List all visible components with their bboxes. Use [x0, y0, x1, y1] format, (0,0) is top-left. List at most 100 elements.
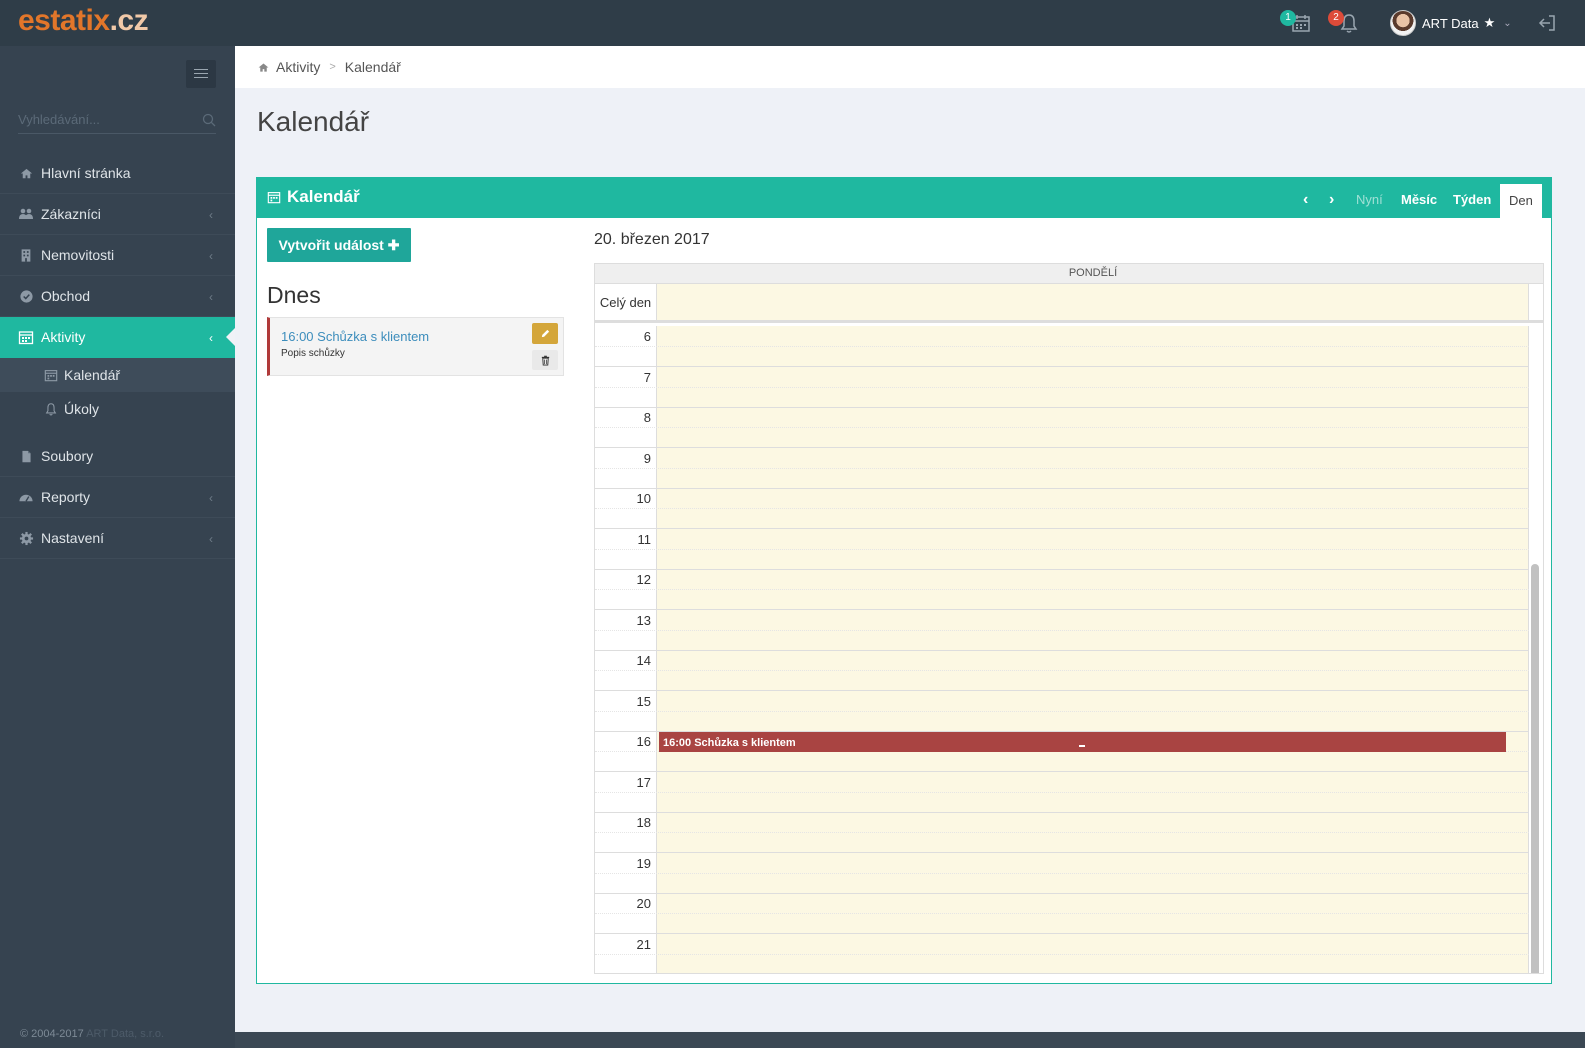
all-day-label: Celý den — [595, 284, 657, 320]
create-event-button[interactable]: Vytvořit událost ✚ — [267, 228, 411, 262]
copyright-owner-link[interactable]: ART Data, s.r.o. — [86, 1028, 164, 1040]
sidebar-item-customers[interactable]: Zákazníci ‹ — [0, 194, 235, 235]
breadcrumb-parent-link[interactable]: Aktivity — [276, 59, 320, 75]
today-event-title-link[interactable]: 16:00 Schůzka s klientem — [281, 329, 429, 344]
search-input[interactable] — [18, 112, 202, 127]
sidebar-toggle-button[interactable] — [186, 60, 216, 88]
top-bar: estatix.cz 1 2 ART Data ★ ⌄ — [0, 0, 1585, 46]
sidebar-subitem-calendar[interactable]: Kalendář — [0, 358, 235, 392]
hour-label: 9 — [643, 450, 651, 466]
sidebar-item-reports[interactable]: Reporty ‹ — [0, 477, 235, 518]
hour-row[interactable]: 13 — [595, 610, 1529, 651]
sidebar-item-home[interactable]: Hlavní stránka — [0, 153, 235, 194]
main-content: Aktivity > Kalendář Kalendář Kalendář ‹ … — [235, 46, 1585, 1032]
time-grid: 6 7 8 9 10 11 12 13 14 15 16 17 18 19 20 21 16:00 Schůz… — [595, 326, 1543, 974]
prev-button[interactable]: ‹ — [1303, 178, 1308, 218]
hour-row[interactable]: 15 — [595, 691, 1529, 732]
hour-row[interactable]: 12 — [595, 569, 1529, 610]
footer-strip — [235, 1032, 1585, 1048]
logout-button[interactable] — [1536, 12, 1558, 34]
chevron-right-icon: > — [329, 61, 336, 73]
calendar-event[interactable]: 16:00 Schůzka s klientem — [659, 732, 1506, 752]
dashboard-icon — [18, 489, 34, 505]
half-hour-line — [595, 791, 1529, 793]
all-day-row: Celý den — [595, 284, 1543, 323]
day-header: PONDĚLÍ — [595, 264, 1543, 284]
trash-icon — [541, 355, 549, 366]
hour-row[interactable]: 21 — [595, 934, 1529, 974]
half-hour-line — [595, 427, 1529, 428]
calendar-panel-title-text: Kalendář — [287, 187, 360, 206]
hour-row[interactable]: 19 — [595, 853, 1529, 894]
hour-row[interactable]: 17 — [595, 772, 1529, 813]
hour-label: 17 — [636, 774, 651, 790]
hour-row[interactable]: 9 — [595, 448, 1529, 489]
sidebar-subitem-tasks[interactable]: Úkoly — [0, 392, 235, 426]
half-hour-line — [595, 913, 1529, 914]
chevron-left-icon: ‹ — [209, 491, 213, 505]
hour-row[interactable]: 20 — [595, 893, 1529, 934]
sidebar-item-label: Zákazníci — [41, 206, 101, 222]
day-view-button[interactable]: Den — [1500, 184, 1542, 218]
calendar-icon — [267, 192, 281, 204]
all-day-slot[interactable] — [657, 284, 1529, 320]
sidebar-item-business[interactable]: Obchod ‹ — [0, 276, 235, 317]
app-logo[interactable]: estatix.cz — [18, 4, 149, 38]
chevron-left-icon: ‹ — [209, 249, 213, 263]
half-hour-line — [595, 670, 1529, 671]
file-icon — [18, 448, 34, 464]
month-view-button[interactable]: Měsíc — [1401, 178, 1437, 218]
search-icon[interactable] — [202, 113, 216, 127]
hour-label: 10 — [636, 491, 651, 506]
delete-event-button[interactable] — [532, 350, 558, 370]
sidebar-item-label: Nastavení — [41, 530, 105, 546]
calendar-panel: Kalendář ‹ › Nyní Měsíc Týden Den Vytvoř… — [256, 177, 1552, 984]
hour-label: 8 — [643, 410, 651, 425]
hour-row[interactable]: 18 — [595, 812, 1529, 853]
hour-row[interactable]: 7 — [595, 367, 1529, 408]
sidebar-item-label: Hlavní stránka — [41, 165, 131, 181]
calendar-notifications-button[interactable]: 1 — [1280, 10, 1312, 34]
sidebar-item-settings[interactable]: Nastavení ‹ — [0, 518, 235, 559]
edit-event-button[interactable] — [532, 323, 558, 344]
sidebar-item-label: Reporty — [41, 489, 91, 505]
hour-row[interactable]: 6 — [595, 326, 1529, 367]
sidebar-item-label: Aktivity — [41, 329, 86, 345]
hour-row[interactable]: 10 — [595, 488, 1529, 529]
next-button[interactable]: › — [1329, 178, 1334, 218]
sidebar-item-label: Nemovitosti — [41, 247, 115, 263]
half-hour-line — [595, 872, 1529, 874]
bell-badge: 2 — [1328, 10, 1344, 26]
sidebar-item-label: Soubory — [41, 448, 94, 464]
sidebar-item-properties[interactable]: Nemovitosti ‹ — [0, 235, 235, 276]
hour-row[interactable]: 11 — [595, 529, 1529, 570]
calendar-scrollbar[interactable] — [1531, 564, 1539, 973]
sidebar-item-activities[interactable]: Aktivity ‹ — [0, 317, 236, 358]
hour-label: 14 — [636, 653, 651, 668]
hour-label: 6 — [643, 329, 651, 344]
day-header-label: PONDĚLÍ — [1068, 267, 1118, 279]
calendar-icon — [18, 329, 34, 345]
breadcrumb: Aktivity > Kalendář — [235, 46, 1585, 88]
calendar-event-label: 16:00 Schůzka s klientem — [663, 737, 796, 749]
hour-row[interactable]: 8 — [595, 407, 1529, 448]
today-event-description: Popis schůzky — [281, 348, 345, 359]
half-hour-line — [595, 832, 1529, 833]
user-name: ART Data — [1422, 15, 1479, 31]
sidebar-nav: Hlavní stránka Zákazníci ‹ Nemovitosti ‹… — [0, 153, 236, 559]
event-resize-handle[interactable] — [1079, 745, 1085, 747]
today-button[interactable]: Nyní — [1356, 178, 1383, 218]
notifications-button[interactable]: 2 — [1328, 10, 1360, 34]
logo-main: estatix — [18, 4, 110, 37]
check-circle-icon — [18, 288, 34, 304]
calendar-panel-title: Kalendář — [267, 187, 360, 207]
chevron-down-icon: ⌄ — [1503, 17, 1512, 29]
star-icon: ★ — [1483, 15, 1496, 30]
week-view-button[interactable]: Týden — [1453, 178, 1491, 218]
home-icon — [18, 165, 34, 181]
copyright: © 2004-2017 ART Data, s.r.o. — [20, 1028, 164, 1040]
page-title: Kalendář — [257, 106, 370, 137]
hour-row[interactable]: 14 — [595, 650, 1529, 691]
sidebar-item-files[interactable]: Soubory — [0, 436, 235, 477]
user-menu[interactable]: ART Data ★ ⌄ — [1390, 10, 1512, 36]
